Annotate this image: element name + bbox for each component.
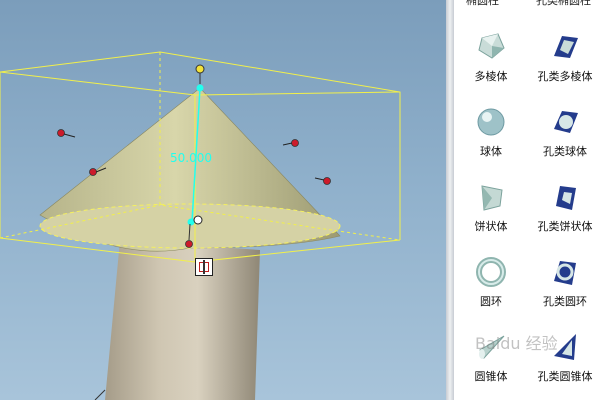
palette-item-label: 孔类多棱体 xyxy=(537,70,593,83)
palette-item-label: 圆锥体 xyxy=(474,370,508,383)
palette-label-ellipse-cylinder[interactable]: 椭圆柱 xyxy=(466,0,499,8)
palette-partial-row: 椭圆柱 孔类椭圆柱 xyxy=(454,0,600,10)
palette-item-hole-polyhedron[interactable]: 孔类多棱体 xyxy=(528,30,600,100)
polyhedron-icon xyxy=(478,33,505,59)
palette-item-label: 孔类饼状体 xyxy=(537,220,593,233)
shape-palette: 椭圆柱 孔类椭圆柱 多棱体 孔类多棱体 球体 孔类球体 饼状体 孔类饼状体 圆环… xyxy=(454,0,600,400)
radius-handle-right-lower[interactable] xyxy=(314,177,331,185)
hole-polyhedron-icon xyxy=(554,36,578,58)
sphere-icon xyxy=(477,108,505,136)
wedge-icon xyxy=(481,185,503,211)
palette-item-polyhedron[interactable]: 多棱体 xyxy=(454,30,528,100)
palette-label-hole-ellipse-cylinder[interactable]: 孔类椭圆柱 xyxy=(536,0,591,8)
dimension-label[interactable]: 50.000 xyxy=(170,151,212,165)
torus-icon xyxy=(476,257,506,287)
hole-sphere-icon xyxy=(554,111,578,133)
palette-item-sphere[interactable]: 球体 xyxy=(454,105,528,175)
palette-item-label: 多棱体 xyxy=(474,70,508,83)
hole-cone-icon xyxy=(554,334,576,360)
palette-item-label: 饼状体 xyxy=(474,220,508,233)
3d-viewport[interactable]: 50.000 xyxy=(0,0,446,400)
palette-item-label: 孔类圆锥体 xyxy=(537,370,593,383)
cone-icon xyxy=(479,335,505,359)
palette-item-hole-torus[interactable]: 孔类圆环 xyxy=(528,255,600,325)
palette-item-hole-sphere[interactable]: 孔类球体 xyxy=(528,105,600,175)
cylinder-shape[interactable] xyxy=(94,240,260,400)
palette-item-hole-wedge[interactable]: 孔类饼状体 xyxy=(528,180,600,250)
palette-item-label: 球体 xyxy=(480,145,502,158)
palette-item-cone[interactable]: 圆锥体 xyxy=(454,330,528,400)
panel-splitter[interactable] xyxy=(446,0,454,400)
palette-item-hole-cone[interactable]: 孔类圆锥体 xyxy=(528,330,600,400)
hole-wedge-icon xyxy=(556,186,576,210)
palette-item-label: 孔类球体 xyxy=(543,145,587,158)
palette-item-wedge[interactable]: 饼状体 xyxy=(454,180,528,250)
anchor-icon[interactable] xyxy=(195,258,213,276)
radius-handle-right[interactable] xyxy=(282,139,299,147)
palette-item-label: 圆环 xyxy=(480,295,502,308)
radius-handle-left[interactable] xyxy=(57,129,76,138)
hole-torus-icon xyxy=(554,261,576,285)
scene-canvas[interactable]: 50.000 xyxy=(0,0,446,400)
palette-item-torus[interactable]: 圆环 xyxy=(454,255,528,325)
top-handle[interactable] xyxy=(195,64,205,84)
palette-item-label: 孔类圆环 xyxy=(543,295,587,308)
